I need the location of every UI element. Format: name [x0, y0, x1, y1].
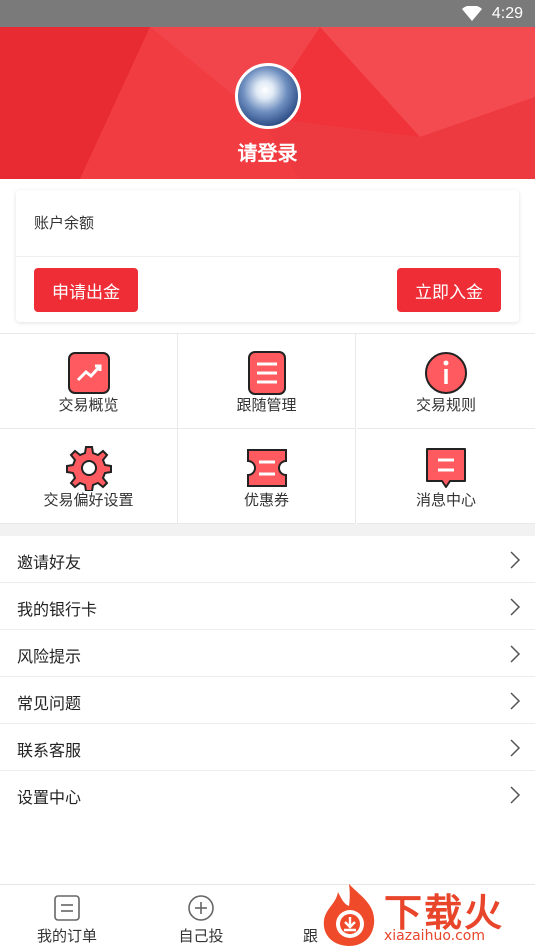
settings-menu: 邀请好友 我的银行卡 风险提示 常见问题 联系客服 设置中心 [0, 536, 535, 818]
trend-chart-icon [67, 352, 110, 394]
tab-self-invest[interactable]: 自己投 [136, 885, 266, 951]
status-bar: 4:29 [0, 0, 535, 27]
divider [16, 256, 519, 257]
menu-item-label: 邀请好友 [17, 553, 82, 572]
grid-item-label: 交易概览 [58, 396, 119, 414]
profile-header: 请登录 [0, 27, 535, 179]
menu-item-contact-support[interactable]: 联系客服 [0, 724, 535, 771]
function-grid: 交易概览 跟随管理 交易规则 交易偏好设置 优惠券 消息中心 [0, 333, 535, 524]
balance-label: 账户余额 [34, 214, 95, 232]
chevron-right-icon [510, 598, 521, 616]
info-icon [425, 352, 467, 394]
section-divider [0, 524, 535, 536]
menu-item-label: 常见问题 [17, 694, 82, 713]
deposit-button[interactable]: 立即入金 [397, 268, 501, 312]
tab-my-orders[interactable]: 我的订单 [2, 885, 132, 951]
tab-label: 我的订单 [36, 927, 97, 945]
flame-logo-icon [323, 884, 375, 946]
watermark-url: xiazaihuo.com [384, 928, 485, 944]
menu-item-label: 设置中心 [17, 788, 82, 807]
grid-item-coupons[interactable]: 优惠券 [178, 429, 356, 524]
menu-item-label: 联系客服 [17, 741, 82, 760]
tab-label: 自己投 [178, 927, 224, 945]
plus-circle-icon [188, 895, 214, 921]
grid-item-trade-rules[interactable]: 交易规则 [357, 334, 535, 429]
wifi-icon [461, 5, 482, 21]
menu-item-faq[interactable]: 常见问题 [0, 677, 535, 724]
grid-item-label: 跟随管理 [236, 396, 297, 414]
menu-item-bank-card[interactable]: 我的银行卡 [0, 583, 535, 630]
avatar[interactable] [235, 63, 301, 129]
watermark-logo: 下载火 xiazaihuo.com [312, 880, 535, 951]
login-link[interactable]: 请登录 [0, 137, 535, 166]
grid-item-label: 优惠券 [243, 491, 289, 509]
balance-card: 账户余额 申请出金 立即入金 [16, 190, 519, 322]
withdraw-button[interactable]: 申请出金 [34, 268, 138, 312]
chevron-right-icon [510, 645, 521, 663]
gear-icon [65, 446, 112, 491]
grid-item-message-center[interactable]: 消息中心 [357, 429, 535, 524]
grid-item-follow-manage[interactable]: 跟随管理 [178, 334, 356, 429]
grid-item-label: 消息中心 [415, 491, 476, 509]
chevron-right-icon [510, 551, 521, 569]
grid-item-trade-overview[interactable]: 交易概览 [0, 334, 178, 429]
chevron-right-icon [510, 739, 521, 757]
chevron-right-icon [510, 786, 521, 804]
grid-item-trade-preferences[interactable]: 交易偏好设置 [0, 429, 178, 524]
order-icon [54, 895, 80, 921]
menu-item-invite-friends[interactable]: 邀请好友 [0, 536, 535, 583]
menu-item-label: 我的银行卡 [17, 600, 98, 619]
status-time: 4:29 [491, 4, 523, 22]
message-icon [426, 448, 466, 488]
coupon-icon [246, 449, 287, 487]
menu-item-settings-center[interactable]: 设置中心 [0, 771, 535, 818]
grid-item-label: 交易规则 [415, 396, 476, 414]
grid-item-label: 交易偏好设置 [43, 491, 134, 509]
chevron-right-icon [510, 692, 521, 710]
menu-item-risk-warning[interactable]: 风险提示 [0, 630, 535, 677]
list-icon [247, 351, 286, 395]
menu-item-label: 风险提示 [17, 647, 82, 666]
